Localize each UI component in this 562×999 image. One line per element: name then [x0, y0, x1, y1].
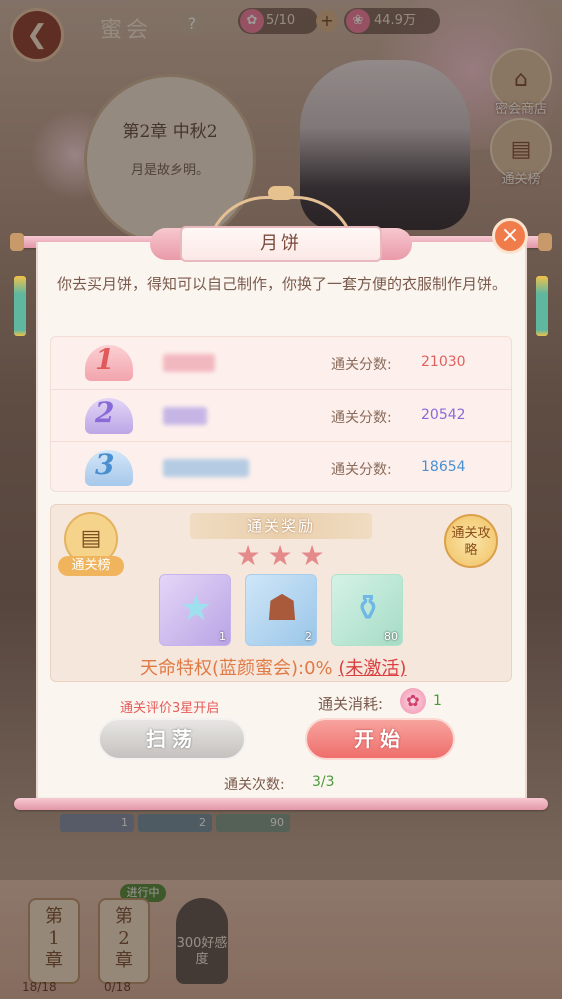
reward-item-count: 80 — [384, 630, 398, 643]
player-name-blurred — [163, 459, 249, 477]
cost-label: 通关消耗: — [318, 695, 384, 713]
sweep-unlock-hint: 通关评价3星开启 — [120, 701, 220, 716]
ranking-row[interactable]: 1 通关分数: 21030 — [51, 337, 511, 389]
close-button[interactable]: × — [492, 218, 528, 254]
scroll-rod-bottom — [14, 798, 548, 810]
dialog-arch-knob — [268, 186, 294, 200]
attempts-value: 3/3 — [312, 774, 335, 790]
reward-item[interactable]: ★ 1 — [159, 574, 231, 646]
reward-item[interactable]: ⚱ 80 — [331, 574, 403, 646]
flower-icon: ✿ — [400, 688, 426, 714]
star-crystal-icon: ★ — [179, 588, 213, 629]
reward-item-count: 1 — [219, 630, 226, 643]
close-icon: × — [500, 223, 520, 248]
privilege-inactive-link[interactable]: (未激活) — [338, 658, 406, 679]
rank-number: 2 — [95, 396, 115, 429]
perfume-bottle-icon: ⚱ — [352, 588, 384, 629]
player-name-blurred — [163, 407, 207, 425]
rank-number: 1 — [95, 343, 115, 376]
tassel-decoration — [14, 276, 26, 336]
ranking-row[interactable]: 2 通关分数: 20542 — [51, 389, 511, 442]
score-value: 21030 — [421, 354, 466, 370]
rating-star-icon: ★ — [267, 539, 293, 572]
privilege-text: 天命特权(蓝颜蜜会):0% — [140, 658, 333, 679]
strategy-guide-label: 通关攻略 — [451, 526, 491, 558]
score-value: 20542 — [421, 407, 466, 423]
dialog-title: 月饼 — [180, 226, 382, 262]
leaderboard-label[interactable]: 通关榜 — [58, 556, 124, 576]
wooden-comb-icon: ☗ — [265, 588, 299, 629]
score-label: 通关分数: — [331, 462, 392, 478]
rank-number: 3 — [95, 448, 115, 481]
player-name-blurred — [163, 354, 215, 372]
cost-value: 1 — [433, 693, 442, 709]
privilege-status: 天命特权(蓝颜蜜会):0% (未激活) — [140, 654, 406, 680]
reward-item[interactable]: ☗ 2 — [245, 574, 317, 646]
score-label: 通关分数: — [331, 410, 392, 426]
tassel-decoration — [536, 276, 548, 336]
reward-title: 通关奖励 — [190, 513, 372, 539]
score-label: 通关分数: — [331, 357, 392, 373]
scroll-end-knob — [10, 233, 24, 251]
start-button[interactable]: 开始 — [305, 718, 455, 760]
ranking-row[interactable]: 3 通关分数: 18654 — [51, 441, 511, 494]
stage-description: 你去买月饼，得知可以自己制作，你换了一套方便的衣服制作月饼。 — [56, 275, 507, 293]
reward-item-count: 2 — [305, 630, 312, 643]
rating-star-icon: ★ — [235, 539, 261, 572]
score-value: 18654 — [421, 459, 466, 475]
ranking-list: 1 通关分数: 21030 2 通关分数: 20542 3 通关分数: 1865… — [50, 336, 512, 492]
rating-star-icon: ★ — [299, 539, 325, 572]
scroll-icon: ▤ — [80, 526, 102, 551]
attempts-label: 通关次数: — [224, 777, 285, 793]
strategy-guide-button[interactable]: 通关攻略 — [444, 514, 498, 568]
sweep-button[interactable]: 扫荡 — [98, 718, 246, 760]
scroll-end-knob — [538, 233, 552, 251]
